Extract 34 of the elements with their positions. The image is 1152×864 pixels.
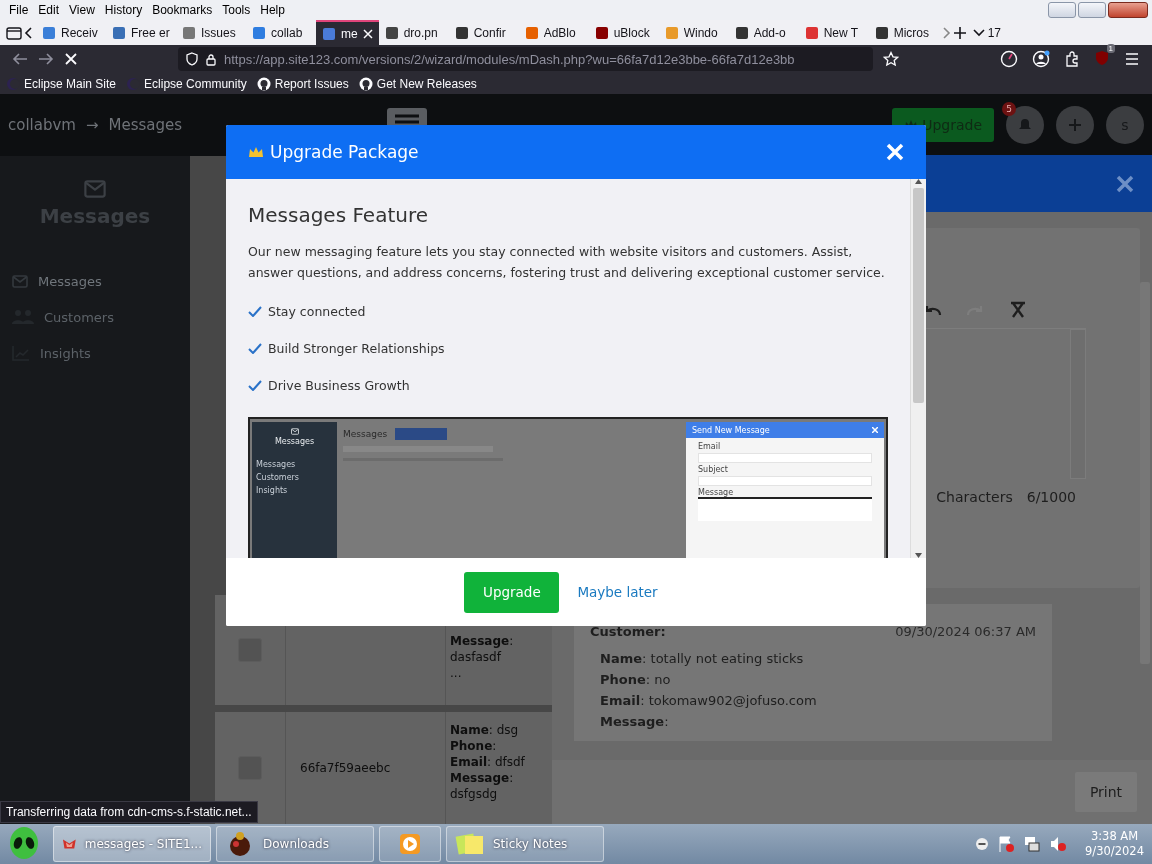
feature-item: Drive Business Growth [268,378,410,393]
customer-detail: Name: totally not eating sticks [599,651,805,666]
preview-field-label: Message [698,488,735,497]
table-cell: Email: dfsdf [450,754,525,770]
extension-badge: 1 [1106,43,1115,53]
character-count: 6/1000 [1026,489,1076,505]
character-label: Characters [936,489,1013,505]
customer-detail: Phone: no [599,672,672,687]
preview-title: Messages [273,437,316,446]
preview-field-label: Email [698,442,722,451]
table-cell: ... [450,665,462,681]
table-cell: Name: dsg [450,722,519,738]
preview-heading: Messages [343,429,388,439]
modal-title: Upgrade Package [270,142,419,162]
message-date: 09/30/2024 06:37 AM [895,624,1036,639]
customer-detail: Message: [599,714,670,729]
table-cell: 66fa7f59aeebc [300,761,391,775]
feature-item: Build Stronger Relationships [268,341,445,356]
notification-badge: 5 [1002,102,1016,116]
table-cell: Phone: [450,738,497,754]
status-message: Transferring data from cdn-cms-s.f-static.net... [0,801,258,823]
preview-dialog-title: Send New Message [692,425,770,435]
breadcrumb-current: Messages [108,116,183,134]
customer-detail: Email: tokomaw902@jofuso.com [599,693,818,708]
preview-field-label: Subject [698,465,729,474]
customer-label: Customer: [590,624,666,639]
table-cell: dasfasdf [450,649,501,665]
breadcrumb-arrow: → [85,116,99,134]
table-cell: Message: [450,633,514,649]
table-cell: Message: [450,770,514,786]
feature-item: Stay connected [268,304,366,319]
feature-description: Our new messaging feature lets you stay connected with website visitors and customers. Assist, answer questions, and address concerns, fostering trust and delivering exceptional customer service. [248,243,886,282]
feature-heading: Messages Feature [248,203,429,227]
table-cell: dsfgsdg [450,786,498,802]
